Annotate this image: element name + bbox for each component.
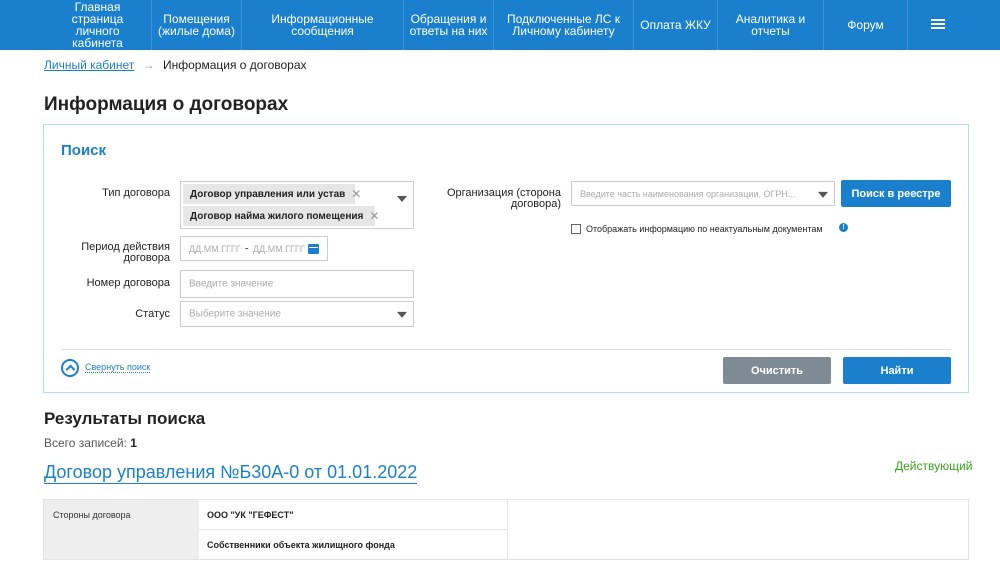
find-button[interactable]: Найти bbox=[843, 357, 951, 384]
chevron-down-icon bbox=[397, 311, 407, 318]
chevron-down-icon bbox=[397, 196, 407, 202]
contract-details-table: Стороны договора ООО "УК "ГЕФЕСТ" Собств… bbox=[43, 499, 969, 560]
results-count-label: Всего записей: bbox=[44, 436, 127, 450]
contract-title-link[interactable]: Договор управления №Б30А-0 от 01.01.2022 bbox=[44, 461, 418, 484]
chevron-down-icon bbox=[818, 191, 828, 198]
nav-item-home-label: Главная страница личного кабинета bbox=[71, 0, 124, 50]
nav-item-premises-label: Помещения (жилые дома) bbox=[158, 12, 235, 38]
nav-item-connected-accounts[interactable]: Подключенные ЛС к Личному кабинету bbox=[494, 0, 634, 50]
search-divider bbox=[61, 349, 951, 350]
search-panel: Поиск Тип договора Договор управления ил… bbox=[43, 124, 969, 393]
nav-item-messages[interactable]: Информационные сообщения bbox=[242, 0, 404, 50]
status-select[interactable]: Выберите значение bbox=[180, 301, 414, 327]
search-title: Поиск bbox=[61, 142, 107, 159]
organization-label: Организация (сторона договора) bbox=[424, 188, 561, 210]
breadcrumb-current: Информация о договорах bbox=[162, 58, 307, 72]
contract-type-tag-label: Договор найма жилого помещения bbox=[190, 210, 364, 222]
breadcrumb: Личный кабинет → Информация о договорах bbox=[44, 58, 307, 72]
nav-item-analytics[interactable]: Аналитика и отчеты bbox=[718, 0, 824, 50]
status-label: Статус bbox=[135, 308, 170, 320]
nav-item-home[interactable]: Главная страница личного кабинета bbox=[44, 0, 152, 50]
organization-placeholder: Введите часть наименования организации, … bbox=[580, 188, 796, 199]
party-organization: ООО "УК "ГЕФЕСТ" bbox=[199, 500, 507, 530]
nav-item-appeals[interactable]: Обращения и ответы на них bbox=[404, 0, 494, 50]
contract-status-badge: Действующий bbox=[895, 459, 973, 473]
show-outdated-checkbox[interactable] bbox=[571, 224, 581, 234]
nav-item-payment[interactable]: Оплата ЖКУ bbox=[634, 0, 718, 50]
remove-tag-icon[interactable]: ✕ bbox=[369, 209, 379, 223]
nav-item-messages-label: Информационные сообщения bbox=[271, 12, 374, 38]
organization-select[interactable]: Введите часть наименования организации, … bbox=[571, 181, 835, 206]
organization-label-line2: договора) bbox=[510, 198, 561, 210]
nav-item-forum-label: Форум bbox=[847, 18, 884, 32]
contract-type-tag-label: Договор управления или устав bbox=[190, 188, 346, 200]
nav-item-analytics-label: Аналитика и отчеты bbox=[735, 12, 806, 38]
hamburger-menu-icon[interactable] bbox=[931, 19, 945, 31]
table-column-divider bbox=[507, 500, 508, 559]
date-to-placeholder[interactable]: ДД.ММ.ГГГГ bbox=[253, 244, 305, 254]
nav-item-payment-label: Оплата ЖКУ bbox=[640, 18, 711, 32]
nav-item-premises[interactable]: Помещения (жилые дома) bbox=[152, 0, 242, 50]
contract-number-input[interactable]: Введите значение bbox=[180, 270, 414, 298]
info-icon[interactable]: ! bbox=[839, 223, 848, 232]
status-placeholder: Выберите значение bbox=[189, 308, 281, 320]
date-from-placeholder[interactable]: ДД.ММ.ГГГГ bbox=[189, 244, 241, 254]
period-label: Период действия договора bbox=[60, 242, 170, 264]
nav-item-connected-accounts-label: Подключенные ЛС к Личному кабинету bbox=[506, 12, 621, 38]
results-count-value: 1 bbox=[130, 436, 137, 450]
show-outdated-label[interactable]: Отображать информацию по неактуальным до… bbox=[586, 224, 823, 235]
remove-tag-icon[interactable]: ✕ bbox=[351, 187, 361, 201]
clear-button[interactable]: Очистить bbox=[723, 357, 831, 384]
contract-type-label: Тип договора bbox=[102, 187, 170, 199]
period-label-line2: договора bbox=[123, 252, 171, 264]
top-navigation: Главная страница личного кабинета Помеще… bbox=[0, 0, 1000, 50]
nav-item-appeals-label: Обращения и ответы на них bbox=[409, 12, 488, 38]
collapse-search-link[interactable]: Свернуть поиск bbox=[85, 362, 151, 373]
page-title: Информация о договорах bbox=[44, 94, 289, 115]
contract-type-tag: Договор найма жилого помещения ✕ bbox=[183, 206, 379, 226]
breadcrumb-root-link[interactable]: Личный кабинет bbox=[44, 58, 134, 72]
contract-type-select[interactable]: Договор управления или устав ✕ Договор н… bbox=[180, 181, 414, 229]
calendar-icon[interactable] bbox=[308, 244, 319, 254]
parties-label: Стороны договора bbox=[44, 500, 199, 559]
party-owners: Собственники объекта жилищного фонда bbox=[207, 539, 395, 550]
contract-type-tag: Договор управления или устав ✕ bbox=[183, 184, 361, 204]
nav-item-forum[interactable]: Форум bbox=[824, 0, 908, 50]
date-range-separator: - bbox=[245, 243, 249, 254]
contract-number-label: Номер договора bbox=[86, 277, 170, 289]
registry-search-button[interactable]: Поиск в реестре bbox=[841, 180, 951, 207]
breadcrumb-arrow-icon: → bbox=[142, 58, 155, 72]
results-count: Всего записей: 1 bbox=[44, 436, 137, 450]
contract-number-placeholder: Введите значение bbox=[189, 278, 274, 290]
results-title: Результаты поиска bbox=[44, 409, 206, 428]
period-date-range[interactable]: ДД.ММ.ГГГГ - ДД.ММ.ГГГГ bbox=[180, 236, 328, 261]
chevron-up-circle-icon[interactable] bbox=[61, 359, 79, 377]
